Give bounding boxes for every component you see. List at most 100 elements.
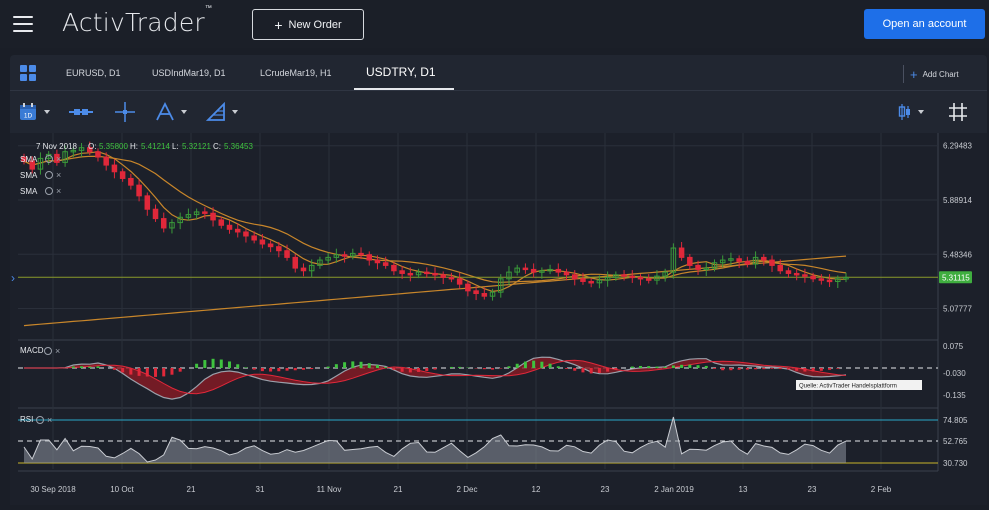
candle-body	[696, 265, 701, 269]
price-tick-label: 5.48346	[943, 250, 972, 259]
macd-tick-label: -0.135	[943, 391, 966, 400]
x-tick-label: 23	[808, 485, 817, 494]
svg-text:1D: 1D	[24, 113, 33, 120]
candle-type-tool[interactable]	[898, 102, 924, 122]
macd-histogram-bar	[713, 368, 716, 369]
chevron-down-icon	[918, 110, 924, 114]
macd-histogram-bar	[836, 368, 839, 369]
candle-body	[96, 152, 101, 157]
macd-histogram-bar	[401, 368, 404, 372]
candle-body	[778, 265, 783, 270]
add-chart-button[interactable]: +Add Chart	[903, 65, 959, 83]
sma-label[interactable]: SMA	[20, 187, 38, 196]
candle-body	[153, 209, 158, 218]
candle-body	[638, 277, 643, 279]
candle-body	[564, 272, 569, 275]
calendar-tool[interactable]: 1D	[18, 102, 50, 122]
macd-histogram-bar	[458, 367, 461, 368]
sma-label[interactable]: SMA	[20, 171, 38, 180]
logo: ActivTrader™	[62, 8, 212, 37]
macd-histogram-bar	[680, 365, 683, 368]
candle-body	[383, 263, 388, 266]
candle-body	[137, 185, 142, 196]
macd-histogram-bar	[549, 364, 552, 368]
macd-tick-label: 0.075	[943, 342, 964, 351]
tab-lcrudemar19[interactable]: LCrudeMar19, H1	[260, 68, 332, 78]
x-tick-label: 21	[187, 485, 196, 494]
candle-body	[129, 178, 134, 185]
fibonacci-tool[interactable]	[206, 102, 238, 122]
candle-body	[794, 273, 799, 275]
macd-label[interactable]: MACD	[20, 346, 44, 355]
candle-body	[819, 279, 824, 281]
macd-histogram-bar	[573, 368, 576, 371]
macd-tick-label: -0.030	[943, 369, 966, 378]
candle-body	[466, 284, 471, 291]
candle-body	[392, 265, 397, 270]
sma-label[interactable]: SMA	[20, 155, 38, 164]
ohlc-l-label: L:	[172, 142, 179, 151]
crosshair-tool[interactable]	[115, 102, 135, 122]
macd-histogram-bar	[647, 366, 650, 368]
tab-usdindmar19[interactable]: USDIndMar19, D1	[152, 68, 226, 78]
close-icon: ×	[56, 186, 61, 196]
chart-tab-bar: EURUSD, D1 USDIndMar19, D1 LCrudeMar19, …	[10, 55, 987, 91]
macd-histogram-bar	[491, 368, 494, 370]
layout-grid-icon[interactable]	[20, 65, 36, 81]
macd-histogram-bar	[705, 366, 708, 368]
candle-body	[342, 255, 347, 257]
macd-histogram-bar	[236, 364, 239, 368]
macd-histogram-bar	[335, 364, 338, 368]
chart-toolbar: 1D	[10, 92, 987, 132]
candle-type-icon	[898, 103, 912, 121]
chart-area[interactable]: 30 Sep 201810 Oct213111 Nov212 Dec12232 …	[10, 133, 987, 505]
grid-toggle-icon	[948, 102, 968, 122]
candle-body	[112, 165, 117, 172]
candle-body	[556, 269, 561, 272]
rsi-label[interactable]: RSI	[20, 415, 33, 424]
candle-body	[762, 257, 767, 260]
macd-histogram-bar	[729, 368, 732, 370]
macd-histogram-bar	[779, 368, 782, 369]
candle-body	[745, 261, 750, 264]
macd-histogram-bar	[96, 366, 99, 368]
candle-body	[252, 236, 257, 240]
drawing-tool[interactable]	[155, 102, 187, 122]
candle-body	[301, 268, 306, 271]
macd-histogram-bar	[170, 368, 173, 375]
menu-icon[interactable]	[13, 16, 33, 32]
macd-histogram-bar	[409, 368, 412, 372]
grid-toggle-tool[interactable]	[948, 102, 968, 122]
candle-body	[449, 277, 454, 279]
ohlc-open: 5.35800	[99, 142, 128, 151]
x-tick-label: 21	[394, 485, 403, 494]
ohlc-date: 7 Nov 2018	[36, 142, 77, 151]
line-style-icon	[68, 105, 94, 119]
chart-panel: EURUSD, D1 USDIndMar19, D1 LCrudeMar19, …	[10, 55, 987, 505]
close-icon: ×	[47, 415, 52, 425]
candle-body	[293, 257, 298, 268]
candle-body	[104, 157, 109, 165]
ohlc-close: 5.36453	[224, 142, 253, 151]
open-account-button[interactable]: Open an account	[864, 9, 985, 39]
macd-histogram-bar	[688, 365, 691, 368]
chevron-left-icon[interactable]: ›	[11, 271, 15, 285]
tab-usdtry[interactable]: USDTRY, D1	[366, 65, 436, 79]
candle-body	[581, 279, 586, 282]
candle-body	[474, 291, 479, 294]
x-tick-label: 31	[256, 485, 265, 494]
x-tick-label: 12	[532, 485, 541, 494]
macd-histogram-bar	[434, 368, 437, 370]
macd-histogram-bar	[820, 368, 823, 371]
macd-histogram-bar	[88, 367, 91, 368]
candle-body	[260, 240, 265, 244]
macd-histogram-bar	[516, 364, 519, 368]
tab-eurusd[interactable]: EURUSD, D1	[66, 68, 121, 78]
price-chart[interactable]: 30 Sep 201810 Oct213111 Nov212 Dec12232 …	[10, 133, 987, 505]
macd-histogram-bar	[368, 363, 371, 368]
sma-legend: SMA SMA SMA	[20, 155, 38, 196]
macd-histogram-bar	[631, 367, 634, 368]
plus-icon: +	[910, 68, 918, 81]
line-style-tool[interactable]	[68, 102, 94, 122]
new-order-button[interactable]: +New Order	[252, 9, 364, 40]
